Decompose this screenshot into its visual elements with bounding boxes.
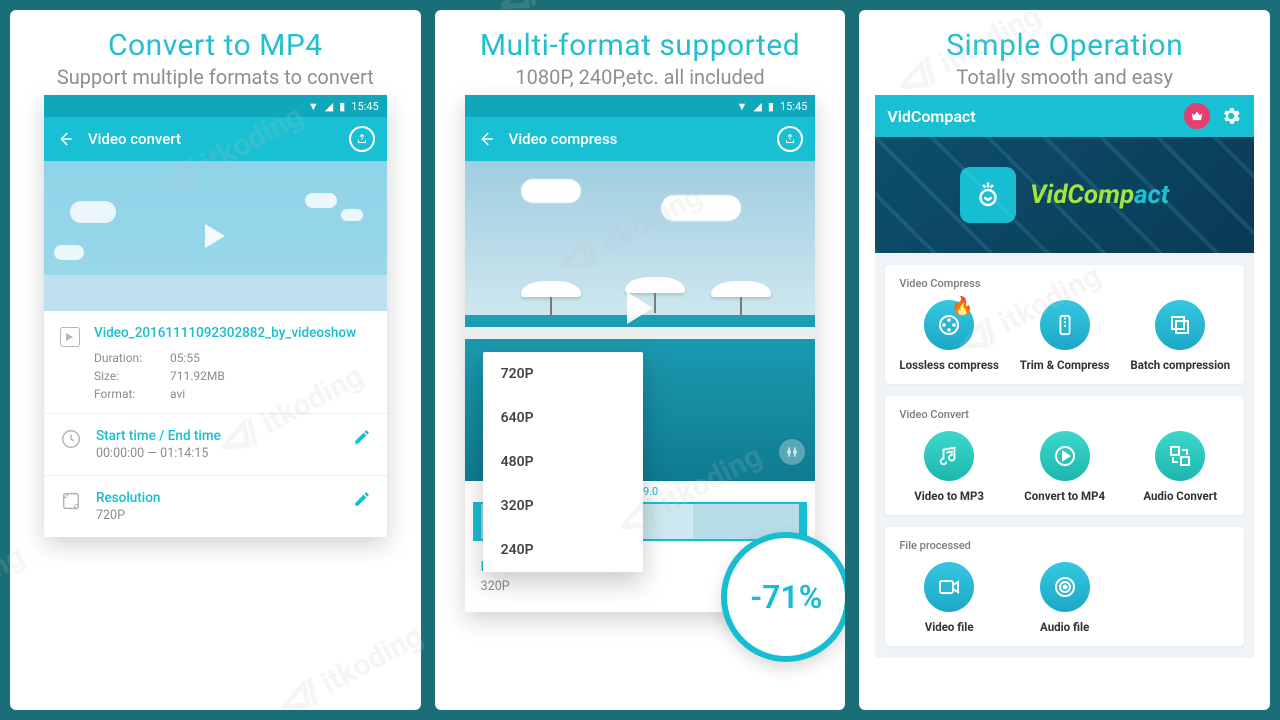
back-icon[interactable]: [477, 130, 495, 148]
section-title: File processed: [893, 535, 1236, 562]
resolution-option[interactable]: 640P: [483, 396, 643, 440]
back-icon[interactable]: [56, 130, 74, 148]
duration-value: 05:55: [170, 351, 371, 365]
feature-video-to-mp3[interactable]: Video to MP3: [893, 431, 1005, 503]
edit-icon[interactable]: [353, 428, 371, 446]
time-range-label: Start time / End time: [96, 428, 221, 444]
resolution-label: Resolution: [96, 490, 160, 506]
feature-trim-compress[interactable]: Trim & Compress: [1009, 300, 1121, 372]
subheadline: Totally smooth and easy: [869, 65, 1260, 89]
android-statusbar: ▼ ◢ ▮ 15:45: [44, 95, 387, 117]
feature-convert-mp4[interactable]: Convert to MP4: [1009, 431, 1121, 503]
subheadline: Support multiple formats to convert: [20, 65, 411, 89]
status-time: 15:45: [351, 100, 378, 113]
signal-icon: ◢: [753, 100, 761, 113]
app-logo-text: VidCompact: [1030, 180, 1169, 210]
play-icon[interactable]: [627, 292, 653, 324]
zip-icon: [1040, 300, 1090, 350]
feature-audio-convert[interactable]: Audio Convert: [1124, 431, 1236, 503]
wifi-icon: ▼: [308, 100, 319, 113]
compression-badge: -71%: [721, 532, 845, 662]
app-brand: VidCompact: [887, 107, 1174, 126]
android-statusbar: ▼ ◢ ▮ 15:45: [465, 95, 816, 117]
wifi-icon: ▼: [737, 100, 748, 113]
headline: Simple Operation: [869, 28, 1260, 63]
video-file-icon: [60, 327, 80, 347]
export-icon[interactable]: [777, 126, 803, 152]
battery-icon: ▮: [768, 100, 774, 113]
audio-icon: [1040, 562, 1090, 612]
resolution-option[interactable]: 480P: [483, 440, 643, 484]
time-range-value: 00:00:00 — 01:14:15: [96, 446, 221, 461]
headline: Multi-format supported: [445, 28, 836, 63]
signal-icon: ◢: [325, 100, 333, 113]
premium-icon[interactable]: [1184, 103, 1210, 129]
format-value: avi: [170, 387, 371, 401]
video-icon: [924, 562, 974, 612]
music-icon: [924, 431, 974, 481]
promo-card-multiformat: Multi-format supported 1080P, 240P,etc. …: [435, 10, 846, 710]
subheadline: 1080P, 240P,etc. all included: [445, 65, 836, 89]
hero-banner: VidCompact: [875, 137, 1254, 253]
battery-icon: ▮: [339, 100, 345, 113]
appbar-title: Video compress: [509, 130, 764, 148]
feature-batch[interactable]: Batch compression: [1124, 300, 1236, 372]
resolution-icon: [60, 490, 82, 512]
promo-card-convert: Convert to MP4 Support multiple formats …: [10, 10, 421, 710]
size-label: Size:: [94, 369, 170, 383]
duration-label: Duration:: [94, 351, 170, 365]
resolution-option[interactable]: 720P: [483, 352, 643, 396]
feature-lossless[interactable]: 🔥 Lossless compress: [893, 300, 1005, 372]
headline: Convert to MP4: [20, 28, 411, 63]
appbar-title: Video convert: [88, 130, 335, 148]
size-value: 711.92MB: [170, 369, 371, 383]
video-preview[interactable]: [44, 161, 387, 311]
play-circle-icon: [1040, 431, 1090, 481]
status-time: 15:45: [780, 100, 807, 113]
resolution-value: 720P: [96, 508, 160, 523]
hot-icon: 🔥: [951, 296, 973, 317]
clock-icon: [60, 428, 82, 450]
edit-icon[interactable]: [353, 490, 371, 508]
resolution-dropdown: 720P 640P 480P 320P 240P: [483, 352, 643, 572]
file-name: Video_20161111092302882_by_videoshow: [94, 325, 371, 341]
promo-card-simple: Simple Operation Totally smooth and easy…: [859, 10, 1270, 710]
stack-icon: [1155, 300, 1205, 350]
settings-icon[interactable]: [1220, 105, 1242, 127]
export-icon[interactable]: [349, 126, 375, 152]
time-range-row[interactable]: Start time / End time 00:00:00 — 01:14:1…: [44, 414, 387, 475]
resolution-option[interactable]: 240P: [483, 528, 643, 572]
resolution-value: 320P: [481, 579, 570, 594]
feature-audio-file[interactable]: Audio file: [1009, 562, 1121, 634]
section-title: Video Convert: [893, 404, 1236, 431]
feature-video-file[interactable]: Video file: [893, 562, 1005, 634]
play-icon[interactable]: [205, 224, 225, 248]
format-label: Format:: [94, 387, 170, 401]
resolution-row[interactable]: Resolution 720P: [44, 476, 387, 537]
app-logo-icon: [960, 167, 1016, 223]
resolution-option[interactable]: 320P: [483, 484, 643, 528]
convert-icon: [1155, 431, 1205, 481]
section-title: Video Compress: [893, 273, 1236, 300]
